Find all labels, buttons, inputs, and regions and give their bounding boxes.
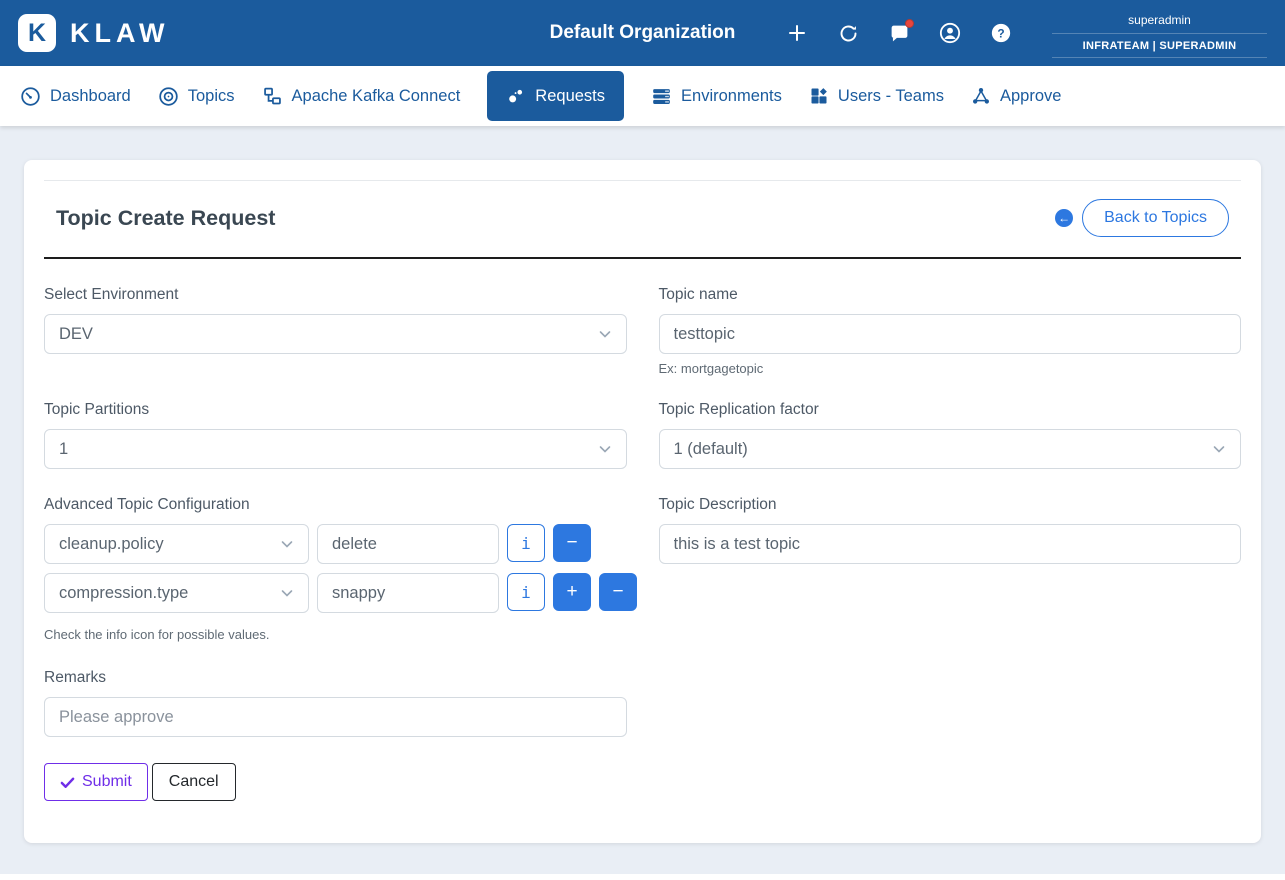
chevron-down-icon [280,537,294,551]
kafka-connect-icon [262,86,283,107]
klaw-logo-icon[interactable]: K [18,14,56,52]
partitions-value: 1 [59,440,68,459]
nav-label: Topics [188,87,235,106]
page-footer: klaw-project.io [0,874,1285,880]
users-teams-grid-icon [809,86,829,106]
advanced-config-row: compression.type i + − [44,573,627,613]
topic-request-card: Topic Create Request ← Back to Topics Se… [24,160,1261,843]
info-button[interactable]: i [507,524,545,562]
add-config-button[interactable]: + [553,573,591,611]
environments-server-icon [651,86,672,107]
remarks-input[interactable] [44,697,627,737]
topics-bullseye-icon [158,86,179,107]
user-account-icon[interactable] [939,22,961,44]
add-icon[interactable] [786,22,808,44]
nav-item-environments[interactable]: Environments [651,86,782,107]
environment-label: Select Environment [44,286,627,304]
remarks-label: Remarks [44,669,627,687]
refresh-icon[interactable] [837,22,859,44]
requests-dots-icon [506,86,526,106]
config-value-input[interactable] [317,524,499,564]
notification-badge [905,19,914,28]
submit-button[interactable]: Submit [44,763,148,801]
nav-item-topics[interactable]: Topics [158,86,235,107]
nav-item-users-teams[interactable]: Users - Teams [809,86,944,106]
config-key-select[interactable]: compression.type [44,573,309,613]
partitions-label: Topic Partitions [44,401,627,419]
main-nav: Dashboard Topics Apache Kafka Connect [0,66,1285,126]
notifications-chat-icon[interactable] [888,22,910,44]
topic-name-label: Topic name [659,286,1242,304]
replication-factor-value: 1 (default) [674,440,748,459]
advanced-config-label: Advanced Topic Configuration [44,496,627,514]
chevron-down-icon [280,586,294,600]
config-key-value: cleanup.policy [59,535,164,554]
nav-item-dashboard[interactable]: Dashboard [20,86,131,107]
topic-request-form: Select Environment DEV Topic Partitions … [44,259,1241,801]
chevron-down-icon [1212,442,1226,456]
environment-value: DEV [59,325,93,344]
help-icon[interactable]: ? [990,22,1012,44]
submit-label: Submit [82,773,132,791]
check-icon [60,775,75,790]
config-key-select[interactable]: cleanup.policy [44,524,309,564]
cancel-button[interactable]: Cancel [152,763,236,801]
config-key-value: compression.type [59,584,188,603]
user-menu[interactable]: superadmin INFRATEAM | SUPERADMIN [1052,8,1267,58]
environment-select[interactable]: DEV [44,314,627,354]
partitions-select[interactable]: 1 [44,429,627,469]
username-label: superadmin [1052,8,1267,34]
page-title: Topic Create Request [56,206,275,231]
advanced-config-helper: Check the info icon for possible values. [44,627,627,642]
topic-description-input[interactable] [659,524,1242,564]
back-arrow-icon[interactable]: ← [1055,209,1073,227]
nav-label: Environments [681,87,782,106]
remove-config-button[interactable]: − [599,573,637,611]
nav-item-kafka-connect[interactable]: Apache Kafka Connect [262,86,461,107]
replication-factor-label: Topic Replication factor [659,401,1242,419]
nav-label: Users - Teams [838,87,944,106]
nav-label: Apache Kafka Connect [292,87,461,106]
organization-title: Default Organization [550,22,736,44]
chevron-down-icon [598,442,612,456]
svg-text:?: ? [997,27,1004,41]
advanced-config-row: cleanup.policy i − [44,524,627,564]
nav-item-approve[interactable]: Approve [971,86,1061,106]
nav-item-requests[interactable]: Requests [487,71,624,121]
dashboard-gauge-icon [20,86,41,107]
topic-name-input[interactable] [659,314,1242,354]
chevron-down-icon [598,327,612,341]
topic-name-helper: Ex: mortgagetopic [659,361,1242,376]
nav-label: Requests [535,87,605,106]
page-content: Topic Create Request ← Back to Topics Se… [0,160,1285,874]
team-role-label: INFRATEAM | SUPERADMIN [1052,34,1267,58]
replication-factor-select[interactable]: 1 (default) [659,429,1242,469]
back-to-topics-button[interactable]: Back to Topics [1082,199,1229,237]
app-header: K KLAW Default Organization [0,0,1285,66]
nav-label: Approve [1000,87,1061,106]
remove-config-button[interactable]: − [553,524,591,562]
nav-label: Dashboard [50,87,131,106]
config-value-input[interactable] [317,573,499,613]
approve-network-icon [971,86,991,106]
topic-description-label: Topic Description [659,496,1242,514]
brand-wordmark: KLAW [70,18,169,49]
info-button[interactable]: i [507,573,545,611]
